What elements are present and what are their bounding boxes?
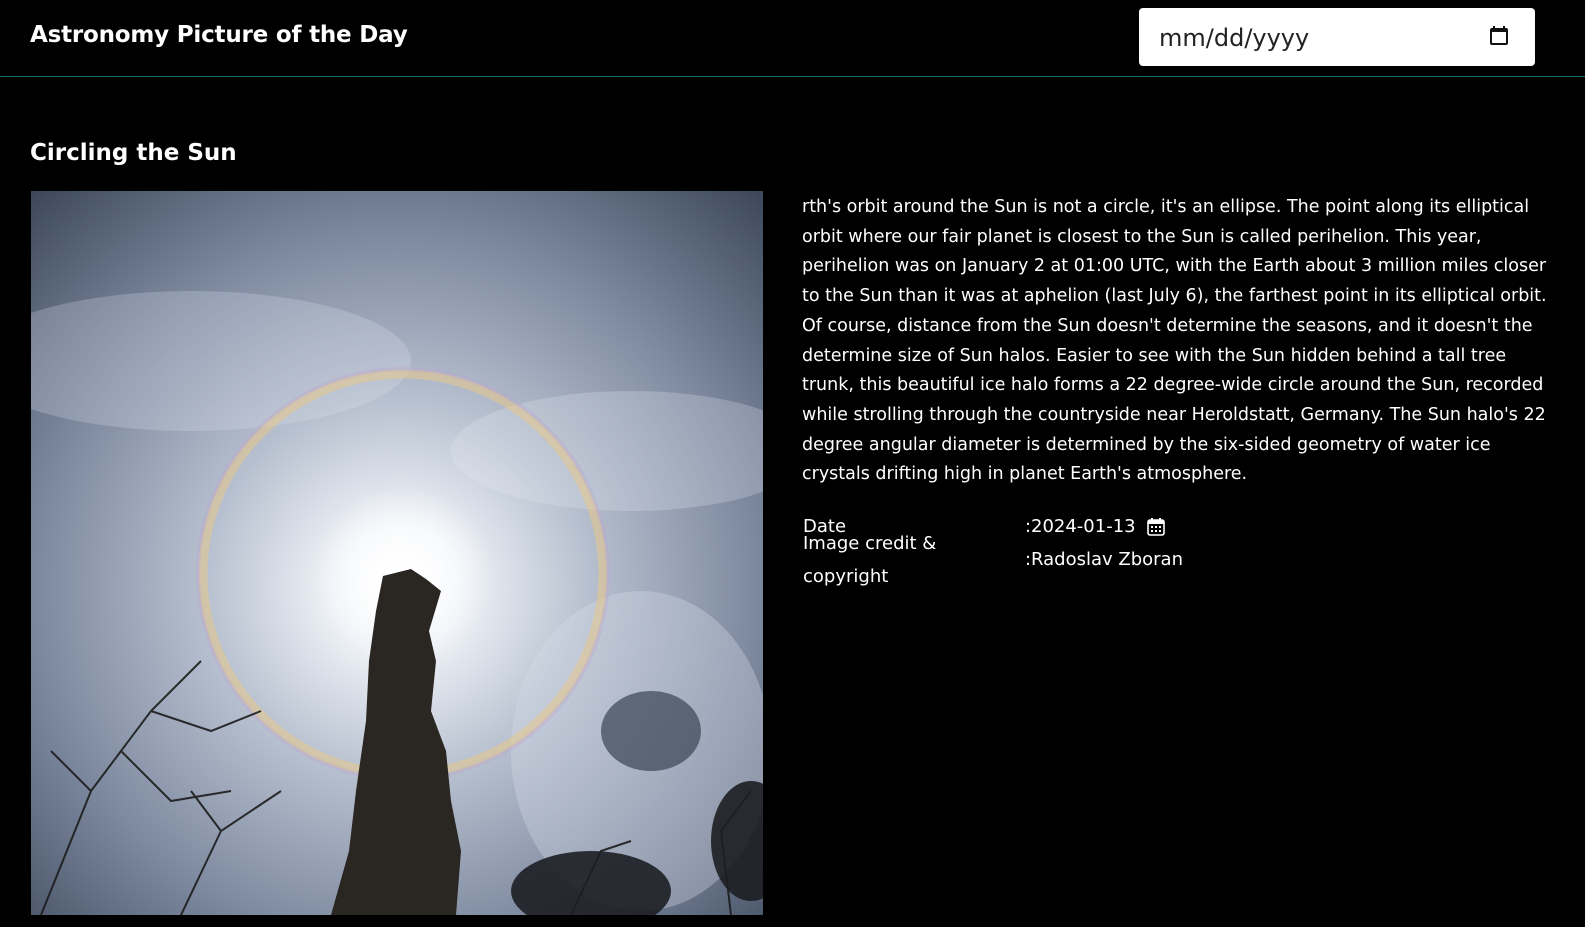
apod-explanation: rth's orbit around the Sun is not a circ… (802, 197, 1547, 485)
date-picker-input[interactable]: mm/dd/yyyy (1139, 8, 1535, 66)
apod-image (31, 191, 763, 915)
apod-metadata: Date : 2024-01-13 Image credit & copyrig… (803, 510, 1183, 587)
credit-label: Image credit & copyright (803, 532, 937, 587)
picture-title: Circling the Sun (30, 140, 237, 166)
app-header: Astronomy Picture of the Day mm/dd/yyyy (0, 0, 1585, 77)
date-placeholder: mm/dd/yyyy (1159, 24, 1310, 52)
date-value: 2024-01-13 (1031, 516, 1136, 537)
calendar-icon[interactable] (1487, 24, 1511, 48)
app-title: Astronomy Picture of the Day (30, 22, 408, 48)
credit-value: Radoslav Zboran (1031, 549, 1183, 570)
calendar-icon (1146, 517, 1165, 536)
credit-row: Image credit & copyright : Radoslav Zbor… (803, 533, 1183, 587)
date-value-wrap: 2024-01-13 (1031, 510, 1166, 543)
